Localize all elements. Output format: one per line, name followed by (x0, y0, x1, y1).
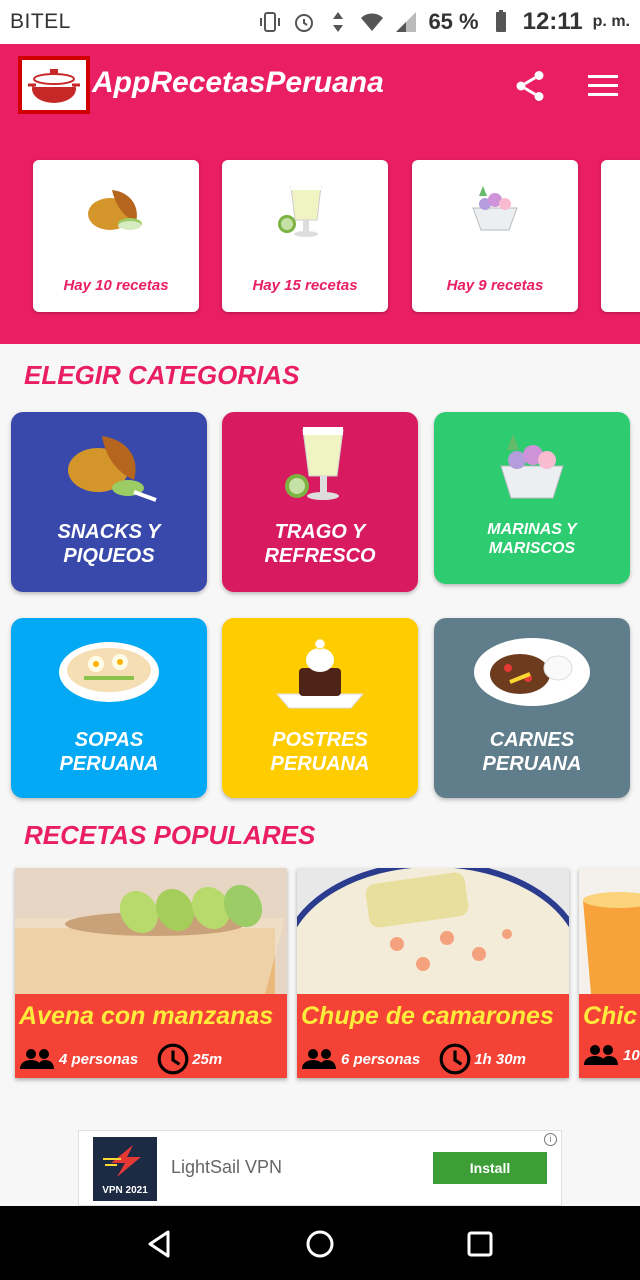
app-title: AppRecetasPeruana (92, 66, 384, 99)
summary-card-snacks[interactable]: Hay 10 recetas (33, 160, 199, 312)
clock-ampm: p. m. (592, 13, 630, 30)
summary-count: Hay 10 recetas (63, 277, 169, 294)
recipe-servings: 10 (623, 1046, 640, 1064)
recipe-info: Chic 10 (579, 994, 640, 1078)
recipe-info: Avena con manzanas 4 personas 25m (15, 994, 287, 1078)
wifi-icon (361, 13, 384, 31)
category-label: POSTRES PERUANA (270, 729, 370, 775)
summary-card-drinks[interactable]: Hay 15 recetas (222, 160, 388, 312)
category-label: SOPAS PERUANA (59, 729, 159, 775)
meat-plate-icon (434, 628, 630, 728)
empanada-icon (11, 422, 207, 522)
recipe-name: Chupe de camarones (301, 1002, 554, 1030)
battery-percent: 65 % (428, 9, 479, 34)
ad-app-name: LightSail VPN (171, 1157, 283, 1177)
recipe-photo (297, 868, 569, 1067)
empanada-icon (33, 178, 199, 248)
recipe-count-strip: Hay 10 recetas Hay 15 recetas Hay 9 rece… (0, 160, 640, 312)
data-arrows-icon (333, 12, 344, 32)
recents-icon[interactable] (462, 1226, 498, 1262)
carrier-label: BITEL (10, 10, 71, 33)
ad-info-icon[interactable]: i (544, 1133, 557, 1146)
recipe-time: 1h 30m (474, 1050, 526, 1068)
recipe-meta: 6 personas 1h 30m (301, 1042, 526, 1076)
soup-bowl-icon (11, 628, 207, 728)
recipe-photo (579, 868, 640, 994)
home-icon[interactable] (302, 1226, 338, 1262)
summary-count: Hay 9 recetas (446, 277, 544, 294)
popular-recipe-card[interactable]: Avena con manzanas 4 personas 25m (15, 868, 287, 1078)
recipe-meta: 10 (583, 1042, 640, 1068)
recipe-name: Chic (583, 1002, 638, 1030)
category-snacks[interactable]: SNACKS Y PIQUEOS (11, 412, 207, 592)
recipe-info: Chupe de camarones 6 personas 1h 30m (297, 994, 569, 1078)
recipe-meta: 4 personas 25m (19, 1042, 222, 1076)
dessert-icon (222, 628, 418, 728)
ad-app-logo: VPN 2021 (93, 1137, 157, 1201)
popular-title: RECETAS POPULARES (24, 820, 316, 850)
system-nav-bar (0, 1206, 640, 1280)
recipe-servings: 6 personas (341, 1050, 421, 1068)
ceviche-icon (434, 422, 630, 522)
summary-count: Hay 15 recetas (252, 277, 358, 294)
back-icon[interactable] (142, 1226, 178, 1262)
ceviche-icon (412, 178, 578, 248)
category-drinks[interactable]: TRAGO Y REFRESCO (222, 412, 418, 592)
menu-icon[interactable] (586, 72, 620, 100)
people-icon (584, 1045, 618, 1065)
category-label: CARNES PERUANA (482, 729, 582, 775)
ad-install-button[interactable]: Install (433, 1152, 547, 1184)
categories-title: ELEGIR CATEGORIAS (24, 360, 300, 390)
ad-logo-text: VPN 2021 (102, 1185, 148, 1196)
clock-icon (439, 1043, 471, 1075)
recipe-servings: 4 personas (59, 1050, 139, 1068)
pisco-sour-icon (222, 422, 418, 522)
battery-icon (495, 10, 506, 32)
recipe-name: Avena con manzanas (19, 1002, 274, 1030)
signal-icon (396, 12, 417, 32)
people-icon (20, 1049, 54, 1069)
status-bar: BITEL 65 % 12:11 p. m. (0, 0, 640, 44)
pisco-sour-icon (222, 178, 388, 248)
category-meats[interactable]: CARNES PERUANA (434, 618, 630, 798)
category-soups[interactable]: SOPAS PERUANA (11, 618, 207, 798)
category-desserts[interactable]: POSTRES PERUANA (222, 618, 418, 798)
clock: 12:11 (522, 8, 583, 35)
app-screen: BITEL 65 % 12:11 p. m. AppRecetasPeruana (0, 0, 640, 1280)
clock-icon (157, 1043, 189, 1075)
share-icon[interactable] (512, 68, 548, 104)
category-seafood[interactable]: MARINAS Y MARISCOS (434, 412, 630, 584)
recipe-time: 25m (192, 1050, 223, 1068)
recipe-photo (15, 868, 287, 994)
app-logo (18, 56, 90, 114)
cooking-pot-icon (28, 69, 80, 103)
lightning-icon (103, 1145, 141, 1177)
app-header: AppRecetasPeruana Hay 10 recetas Hay 15 … (0, 44, 640, 344)
ad-banner[interactable]: VPN 2021 LightSail VPN Install i (78, 1130, 562, 1206)
summary-card-seafood[interactable]: Hay 9 recetas (412, 160, 578, 312)
popular-recipe-card[interactable]: Chic 10 (579, 868, 640, 1078)
category-label: TRAGO Y REFRESCO (264, 521, 376, 567)
category-label: MARINAS Y MARISCOS (487, 521, 577, 558)
people-icon (302, 1049, 336, 1069)
status-icons: 65 % 12:11 p. m. (258, 8, 630, 36)
vibrate-icon (260, 12, 281, 32)
category-label: SNACKS Y PIQUEOS (57, 521, 161, 567)
popular-recipe-card[interactable]: Chupe de camarones 6 personas 1h 30m (297, 868, 569, 1078)
alarm-icon (295, 14, 314, 32)
summary-card-partial[interactable] (601, 160, 640, 312)
